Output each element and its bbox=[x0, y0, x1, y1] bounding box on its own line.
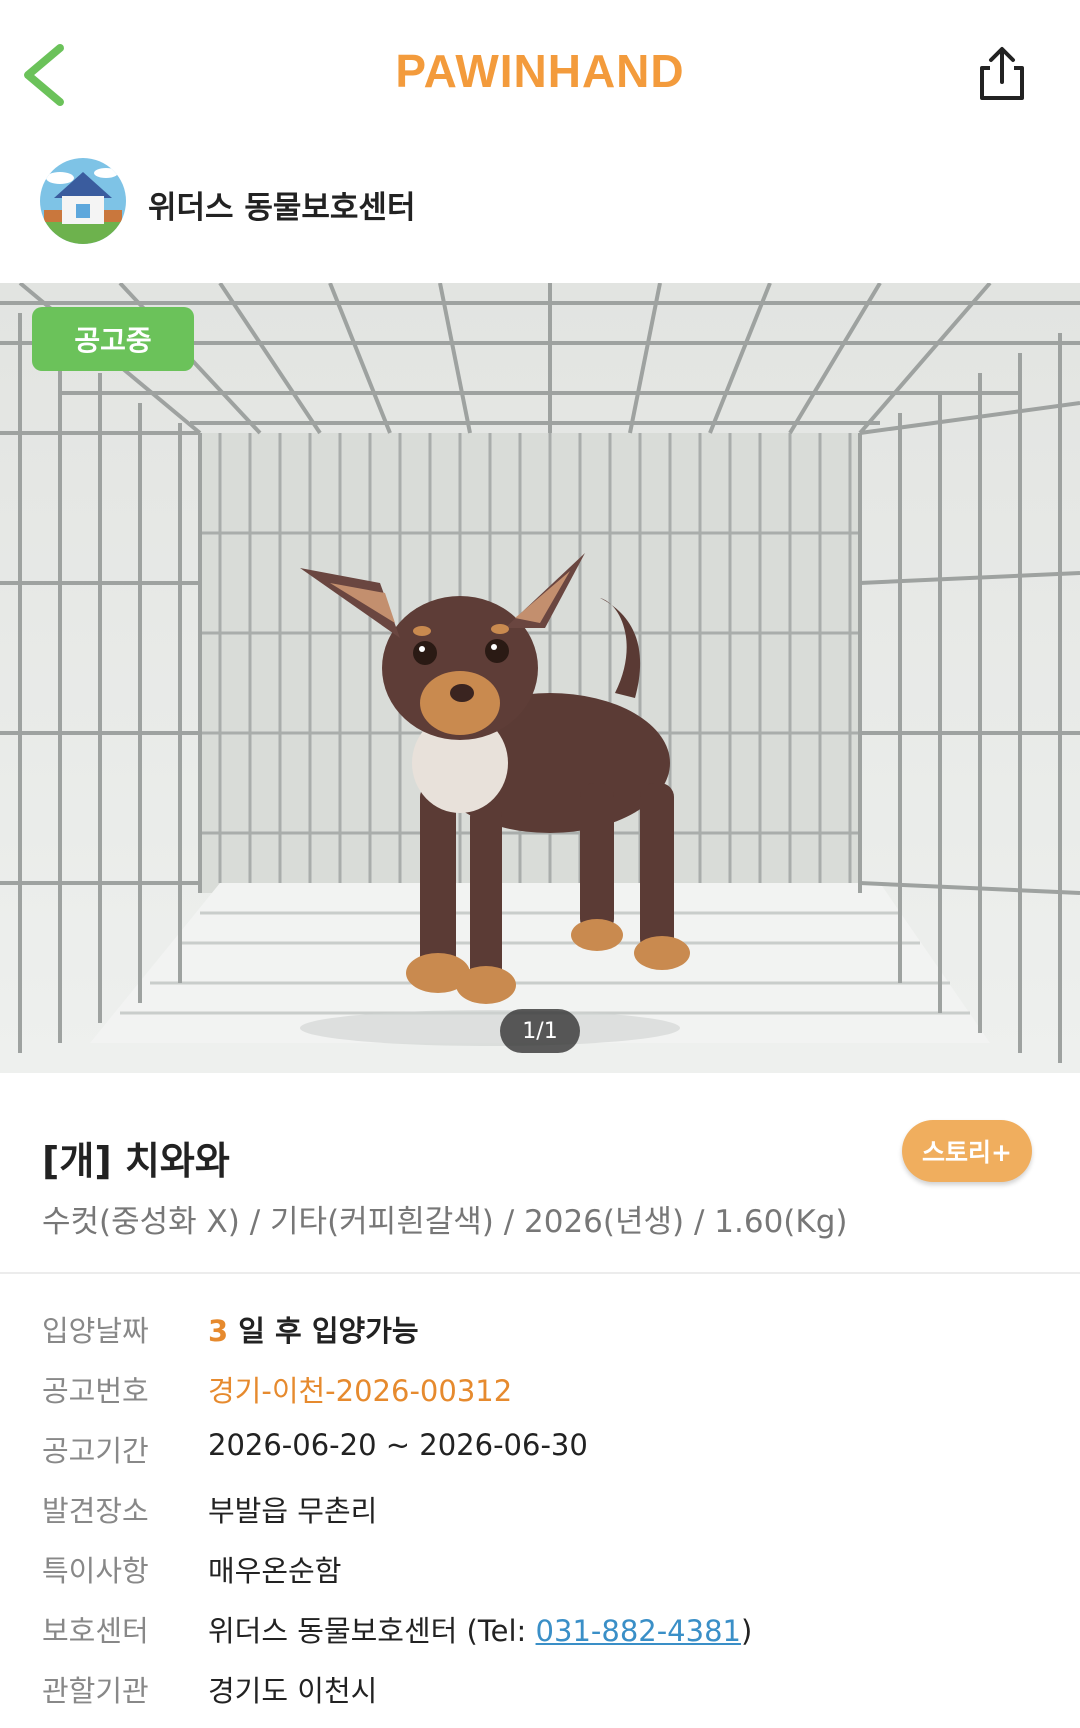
animal-title: [개] 치와와 bbox=[42, 1139, 230, 1183]
dog-in-cage-image bbox=[0, 283, 1080, 1073]
share-icon bbox=[980, 47, 1024, 100]
shelter-close-paren: ) bbox=[740, 1614, 753, 1648]
info-row-authority: 관할기관 경기도 이천시 bbox=[42, 1668, 1042, 1728]
info-table: 입양날짜 3 일 후 입양가능 공고번호 경기-이천-2026-00312 공고… bbox=[42, 1308, 1042, 1728]
info-label: 공고번호 bbox=[42, 1374, 149, 1408]
shelter-phone-link[interactable]: 031-882-4381 bbox=[536, 1614, 741, 1648]
notice-period-value: 2026-06-20 ~ 2026-06-30 bbox=[208, 1428, 588, 1462]
share-button[interactable] bbox=[972, 44, 1032, 104]
info-row-found-place: 발견장소 부발읍 무촌리 bbox=[42, 1488, 1042, 1548]
photo-page-indicator: 1/1 bbox=[500, 1009, 580, 1053]
info-row-notice-no: 공고번호 경기-이천-2026-00312 bbox=[42, 1368, 1042, 1428]
app-logo: PAWINHAND bbox=[395, 45, 685, 97]
info-label: 관할기관 bbox=[42, 1674, 149, 1708]
shelter-name-text: 위더스 동물보호센터 (Tel: bbox=[208, 1614, 536, 1648]
info-label: 발견장소 bbox=[42, 1494, 149, 1528]
section-divider bbox=[0, 1272, 1080, 1274]
notice-number-value: 경기-이천-2026-00312 bbox=[208, 1374, 513, 1408]
shelter-avatar bbox=[40, 158, 126, 244]
notes-value: 매우온순함 bbox=[208, 1554, 342, 1588]
info-label: 보호센터 bbox=[42, 1614, 149, 1648]
shelter-name: 위더스 동물보호센터 bbox=[148, 190, 416, 226]
info-row-notes: 특이사항 매우온순함 bbox=[42, 1548, 1042, 1608]
info-row-notice-period: 공고기간 2026-06-20 ~ 2026-06-30 bbox=[42, 1428, 1042, 1488]
house-icon bbox=[40, 158, 126, 244]
info-row-adoption-date: 입양날짜 3 일 후 입양가능 bbox=[42, 1308, 1042, 1368]
adoption-date-text: 일 후 입양가능 bbox=[228, 1314, 419, 1348]
authority-value: 경기도 이천시 bbox=[208, 1674, 378, 1708]
info-row-shelter: 보호센터 위더스 동물보호센터 (Tel: 031-882-4381) bbox=[42, 1608, 1042, 1668]
found-place-value: 부발읍 무촌리 bbox=[208, 1494, 378, 1528]
info-label: 입양날짜 bbox=[42, 1314, 149, 1348]
animal-photo[interactable] bbox=[0, 283, 1080, 1073]
adoption-date-value: 3 일 후 입양가능 bbox=[208, 1308, 419, 1350]
adoption-days-count: 3 bbox=[208, 1314, 229, 1348]
shelter-value: 위더스 동물보호센터 (Tel: 031-882-4381) bbox=[208, 1608, 752, 1650]
top-bar: PAWINHAND bbox=[0, 0, 1080, 140]
info-label: 공고기간 bbox=[42, 1434, 149, 1468]
shelter-header[interactable]: 위더스 동물보호센터 bbox=[40, 158, 1040, 248]
story-button[interactable]: 스토리+ bbox=[902, 1120, 1032, 1182]
animal-summary: 수컷(중성화 X) / 기타(커피흰갈색) / 2026(년생) / 1.60(… bbox=[42, 1204, 848, 1240]
info-label: 특이사항 bbox=[42, 1554, 149, 1588]
status-badge: 공고중 bbox=[32, 307, 194, 371]
